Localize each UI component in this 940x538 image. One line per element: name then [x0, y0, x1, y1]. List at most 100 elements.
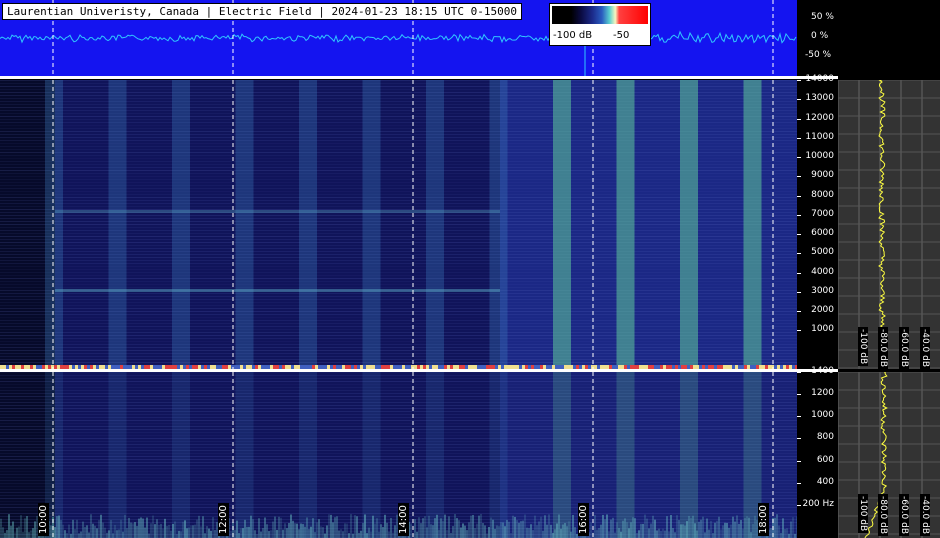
- spectrogram-noise: [240, 528, 242, 538]
- spectrogram-noise: [118, 529, 120, 538]
- spectrogram-noise: [516, 520, 518, 538]
- spectrogram-noise: [296, 523, 298, 538]
- frequency-tick-mark: [797, 195, 801, 197]
- spectrogram-noise: [352, 533, 354, 538]
- spectrogram-noise: [282, 529, 284, 538]
- frequency-tick-mark: [797, 460, 801, 462]
- spectrogram-noise: [180, 531, 182, 538]
- spectrogram-noise: [476, 523, 478, 538]
- frequency-tick-mark: [797, 330, 801, 332]
- spectrogram-noise: [376, 518, 378, 538]
- spectrogram-noise: [138, 518, 140, 538]
- frequency-tick-mark: [797, 394, 801, 396]
- spectrogram-noise: [614, 532, 616, 538]
- frequency-tick-mark: [797, 99, 801, 101]
- spectrogram-noise: [418, 517, 420, 538]
- frequency-tick-label: 14000: [805, 74, 834, 84]
- spectrogram-viewer: Laurentian Univeristy, Canada | Electric…: [0, 0, 940, 538]
- frequency-tick-label: 1000: [811, 410, 834, 421]
- frequency-tick-mark: [797, 214, 801, 216]
- spectrogram-noise: [66, 533, 68, 538]
- spectrogram-noise: [492, 519, 494, 538]
- spectrogram-noise: [574, 527, 576, 538]
- spectrogram-upper-image: [0, 80, 797, 369]
- spectrogram-noise: [328, 514, 330, 538]
- spectrogram-noise: [542, 530, 544, 538]
- spectrogram-noise: [358, 532, 360, 538]
- spectrogram-noise: [520, 521, 522, 538]
- spectrogram-band: [235, 80, 254, 369]
- frequency-tick-label: 600: [816, 454, 834, 465]
- spectrogram-band: [616, 372, 635, 538]
- spectrogram-noise: [124, 514, 126, 538]
- spectrogram-band: [45, 80, 63, 369]
- spectrogram-noise: [370, 531, 372, 538]
- spectrogram-noise: [416, 531, 418, 538]
- spectrogram-noise: [490, 517, 492, 538]
- spectrogram-noise: [718, 516, 720, 538]
- spectrogram-line-8khz: [55, 210, 500, 213]
- frequency-tick-label: 800: [816, 432, 834, 443]
- spectrogram-noise: [698, 521, 700, 538]
- spectrogram-noise: [594, 515, 596, 538]
- spectrogram-noise: [310, 526, 312, 538]
- frequency-tick-mark: [797, 234, 801, 236]
- spectrogram-noise: [268, 531, 270, 538]
- spectrogram-noise: [610, 519, 612, 538]
- spectrogram-noise: [640, 523, 642, 538]
- time-label: 18:00: [758, 503, 769, 536]
- spectrogram-noise: [6, 530, 8, 538]
- spectrogram-noise: [128, 517, 130, 538]
- frequency-tick-label: 1000: [811, 324, 834, 335]
- spectrogram-noise: [318, 519, 320, 538]
- spectrogram-noise: [178, 530, 180, 538]
- spectrogram-noise: [636, 532, 638, 538]
- spectrogram-noise: [484, 525, 486, 538]
- spectrogram-noise: [544, 515, 546, 538]
- spectrogram-noise: [330, 514, 332, 538]
- spectrogram-noise: [148, 533, 150, 538]
- spectrogram-noise: [182, 521, 184, 538]
- spectrogram-noise: [158, 524, 160, 538]
- spectrogram-noise: [726, 522, 728, 538]
- spectrogram-noise: [98, 520, 100, 538]
- spectrogram-band: [426, 80, 444, 369]
- spectrogram-noise: [388, 531, 390, 538]
- spectrogram-noise: [468, 522, 470, 538]
- spectrogram-noise: [452, 526, 454, 538]
- spectrogram-noise: [72, 519, 74, 538]
- frequency-tick-label: 1400: [811, 366, 834, 376]
- spectrogram-noise: [90, 514, 92, 538]
- spectrogram-noise: [96, 528, 98, 538]
- spectrogram-noise: [264, 517, 266, 538]
- frequency-tick-label: 6000: [811, 228, 834, 239]
- spectrogram-noise: [572, 515, 574, 538]
- spectrogram-noise: [230, 531, 232, 538]
- spectrogram-band: [172, 80, 190, 369]
- spectrogram-noise: [300, 523, 302, 538]
- spectrogram-noise: [32, 528, 34, 538]
- spectrogram-noise: [192, 525, 194, 538]
- frequency-tick-mark: [797, 504, 801, 506]
- spectrogram-noise: [780, 532, 782, 538]
- spectrogram-noise: [680, 524, 682, 538]
- frequency-tick-mark: [797, 372, 801, 373]
- spectrogram-noise: [290, 514, 292, 538]
- frequency-tick-mark: [797, 118, 801, 120]
- spectrogram-noise: [142, 518, 144, 538]
- frequency-tick-mark: [797, 272, 801, 274]
- spectrogram-noise: [360, 530, 362, 538]
- spectrogram-noise: [104, 527, 106, 538]
- spectrogram-noise: [474, 528, 476, 538]
- spectrogram-noise: [630, 522, 632, 538]
- spectrogram-noise: [554, 529, 556, 538]
- frequency-tick-mark: [797, 482, 801, 484]
- spectrogram-noise: [210, 530, 212, 538]
- spectrogram-noise: [424, 516, 426, 538]
- spectrogram-noise: [116, 530, 118, 538]
- spectrogram-noise: [332, 522, 334, 538]
- spectrogram-noise: [372, 515, 374, 538]
- frequency-tick-mark: [797, 311, 801, 313]
- spectrogram-noise: [664, 530, 666, 538]
- spectrogram-noise: [62, 524, 64, 538]
